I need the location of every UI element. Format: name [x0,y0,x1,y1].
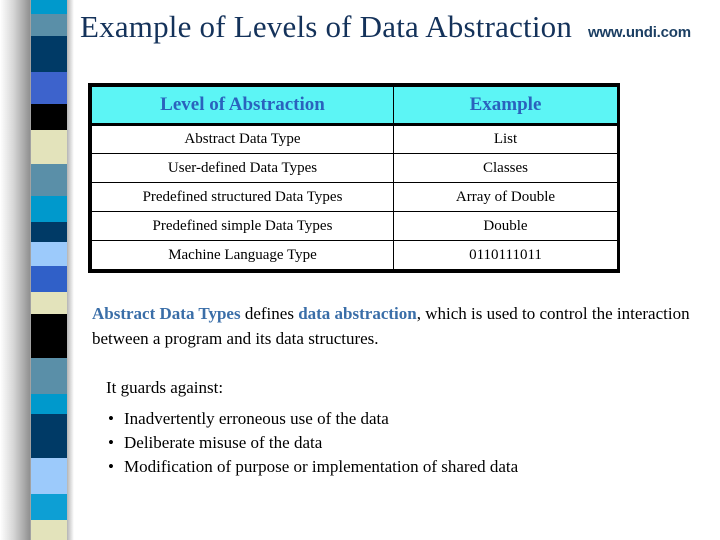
stripe-block [31,130,67,164]
color-stripe-column [31,0,67,540]
stripe-block [31,266,67,292]
guards-heading: It guards against: [106,378,224,397]
list-item: • Inadvertently erroneous use of the data [108,407,668,431]
definition-paragraph: Abstract Data Types defines data abstrac… [92,301,720,351]
bullet-dot-icon: • [108,409,114,428]
list-item-label: Modification of purpose or implementatio… [124,457,519,476]
table-row: Predefined structured Data Types Array of… [91,182,618,212]
stripe-block [31,222,67,242]
stripe-block [31,292,67,314]
bullet-dot-icon: • [108,457,114,476]
column-header-level: Level of Abstraction [91,86,394,126]
watermark-text: www.undi.com [588,24,691,41]
bullet-dot-icon: • [108,433,114,452]
abstraction-levels-table: Level of Abstraction Example Abstract Da… [88,83,620,273]
list-item: • Deliberate misuse of the data [108,431,668,455]
cell-level: User-defined Data Types [91,153,394,183]
stripe-block [31,394,67,414]
table-row: Machine Language Type 0110111011 [91,240,618,270]
stripe-block [31,458,67,494]
cell-example: Array of Double [393,182,618,212]
cell-level: Abstract Data Type [91,124,394,154]
cell-level: Predefined simple Data Types [91,211,394,241]
cell-example: Classes [393,153,618,183]
stripe-block [31,14,67,36]
stripe-block [31,358,67,394]
stripe-block [31,494,67,520]
table-row: Predefined simple Data Types Double [91,211,618,241]
stripe-block [31,36,67,72]
term-data-abstraction: data abstraction [298,304,417,323]
cell-example: List [393,124,618,154]
stripe-block [31,164,67,196]
guards-bullet-list: • Inadvertently erroneous use of the data… [108,407,668,479]
stripe-block [31,0,67,14]
stripe-block [31,72,67,104]
table-row: User-defined Data Types Classes [91,153,618,183]
table-row: Abstract Data Type List [91,124,618,154]
stripe-block [31,314,67,358]
list-item-label: Deliberate misuse of the data [124,433,323,452]
paragraph-mid: defines [240,304,299,323]
stripe-block [31,196,67,222]
band-shadow [67,0,74,540]
cell-level: Machine Language Type [91,240,394,270]
slide: Example of Levels of Data Abstraction ww… [0,0,720,540]
stripe-block [31,104,67,130]
cell-example: Double [393,211,618,241]
cell-example: 0110111011 [393,240,618,270]
stripe-block [31,520,67,540]
list-item-label: Inadvertently erroneous use of the data [124,409,389,428]
table-header-row: Level of Abstraction Example [91,86,618,126]
column-header-example: Example [393,86,618,126]
cell-level: Predefined structured Data Types [91,182,394,212]
list-item: • Modification of purpose or implementati… [108,455,668,479]
term-abstract-data-types: Abstract Data Types [92,304,241,323]
stripe-block [31,242,67,266]
stripe-block [31,414,67,458]
